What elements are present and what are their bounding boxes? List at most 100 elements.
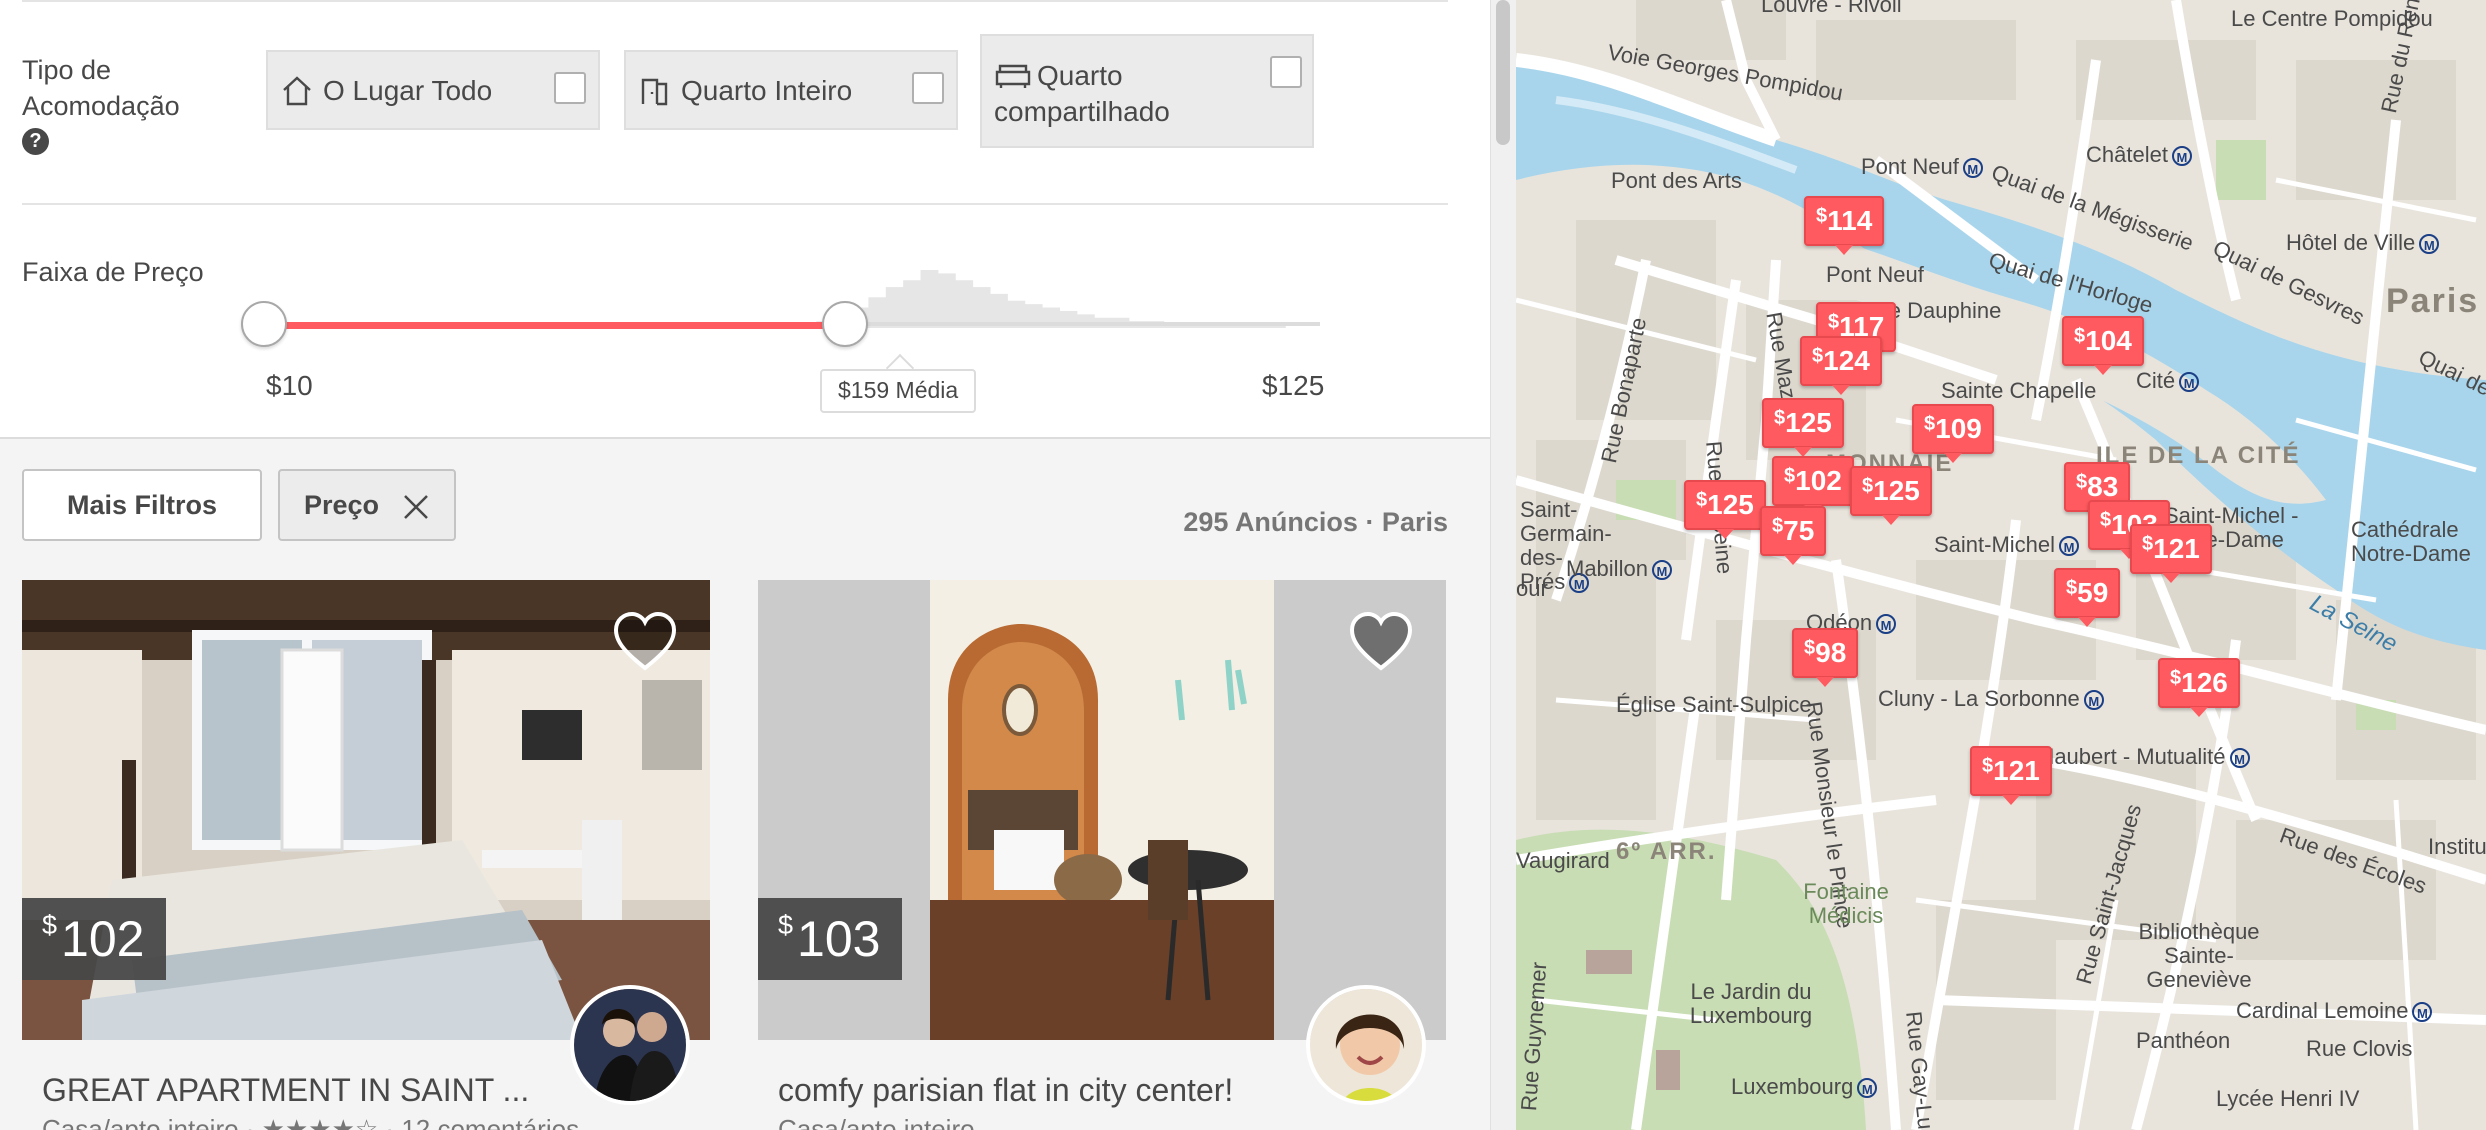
scrollbar-track[interactable] <box>1490 0 1517 1130</box>
door-icon <box>641 78 668 106</box>
histogram-bar <box>955 280 974 328</box>
map-label: Cluny - La Sorbonne <box>1878 686 2104 712</box>
pin-currency: $ <box>2170 667 2182 689</box>
map-label: Sainte Chapelle <box>1941 378 2097 403</box>
results-count: 295 Anúncios · Paris <box>1183 507 1448 537</box>
pin-currency: $ <box>2076 471 2088 493</box>
listing-card[interactable]: $102 GREAT APARTMENT IN SAINT ... Casa/a… <box>22 580 710 1130</box>
host-avatar[interactable] <box>570 985 690 1105</box>
divider <box>22 203 1448 205</box>
listing-title[interactable]: GREAT APARTMENT IN SAINT ... <box>42 1072 529 1109</box>
histogram-bar <box>937 273 956 328</box>
map-label: Église Saint-Sulpice <box>1616 692 1812 717</box>
pin-currency: $ <box>1924 413 1936 435</box>
slider-track-selected <box>264 322 845 329</box>
pin-amount: 102 <box>1795 465 1842 496</box>
pin-currency: $ <box>1982 755 1994 777</box>
map-label: Vaugirard <box>1516 848 1610 873</box>
slider-min-handle[interactable] <box>241 301 287 347</box>
slider-max-handle[interactable] <box>821 301 868 347</box>
map-label: Le Jardin du Luxembourg <box>1689 979 1813 1028</box>
map-price-pin[interactable]: $121 <box>1970 746 2052 805</box>
map-label: Bibliothèque Sainte-Geneviève <box>2138 919 2260 992</box>
checkbox[interactable] <box>554 72 586 104</box>
host-avatar[interactable] <box>1306 985 1426 1105</box>
room-type-label: Quarto Inteiro <box>681 75 853 106</box>
map-label: Pont Neuf <box>1861 154 1983 180</box>
pin-currency: $ <box>1784 465 1796 487</box>
map-price-pin[interactable]: $125 <box>1762 398 1844 457</box>
map-label: Panthéon <box>2136 1028 2231 1053</box>
listing-price: 102 <box>61 911 145 967</box>
room-type-label: O Lugar Todo <box>323 75 493 106</box>
price-histogram <box>798 270 1286 328</box>
map-label: Louvre - Rivoli <box>1761 0 1902 17</box>
average-price: $159 Média <box>820 369 977 413</box>
currency-symbol: $ <box>42 910 58 940</box>
pin-amount: 75 <box>1783 515 1815 546</box>
listing-subtitle: Casa/apto inteiro · ★★★★☆ · 12 comentári… <box>42 1114 580 1130</box>
map-price-pin[interactable]: $98 <box>1792 628 1859 687</box>
divider <box>22 0 1448 2</box>
map-price-pin[interactable]: $104 <box>2062 316 2144 375</box>
map-panel[interactable]: Louvre - Rivoli Le Centre Pompidou Voie … <box>1516 0 2486 1130</box>
map-price-pin[interactable]: $75 <box>1760 506 1827 565</box>
more-filters-button[interactable]: Mais Filtros <box>22 469 262 541</box>
map-label: Pont des Arts <box>1611 168 1742 193</box>
listing-subtitle: Casa/apto inteiro <box>778 1114 975 1130</box>
map-price-pin[interactable]: $102 <box>1772 456 1854 515</box>
histogram-bar <box>920 270 939 328</box>
pin-currency: $ <box>2066 577 2078 599</box>
pin-amount: 125 <box>1873 475 1920 506</box>
map-price-pin[interactable]: $59 <box>2054 568 2121 627</box>
checkbox[interactable] <box>1270 56 1302 88</box>
host-photo <box>574 989 686 1101</box>
pin-currency: $ <box>2142 533 2154 555</box>
listing-price: 103 <box>797 911 881 967</box>
pin-currency: $ <box>1804 637 1816 659</box>
map-label: Fontaine Médicis <box>1803 879 1889 928</box>
pin-currency: $ <box>1862 475 1874 497</box>
house-icon <box>283 76 311 106</box>
map-label: Mabillon <box>1566 556 1672 582</box>
pin-amount: 121 <box>2153 533 2200 564</box>
room-type-entire-place[interactable]: O Lugar Todo <box>266 50 600 130</box>
pin-amount: 125 <box>1707 489 1754 520</box>
room-type-label-line2: Acomodação <box>22 91 180 121</box>
couch-icon <box>995 64 1031 88</box>
listing-card[interactable]: $103 comfy parisian flat in city center!… <box>758 580 1446 1130</box>
max-price: $125 <box>1262 370 1325 401</box>
map-price-pin[interactable]: $109 <box>1912 404 1994 463</box>
price-filter-chip[interactable]: Preço <box>278 469 456 541</box>
map-price-pin[interactable]: $125 <box>1850 466 1932 525</box>
map-price-pin[interactable]: $124 <box>1800 336 1882 395</box>
price-filter-label: Preço <box>304 490 380 520</box>
map-price-pin[interactable]: $121 <box>2130 524 2212 583</box>
map-price-pin[interactable]: $125 <box>1684 480 1766 539</box>
map-label: our <box>1516 576 1548 601</box>
map-label: Cardinal Lemoine <box>2236 998 2432 1024</box>
pin-amount: 126 <box>2181 667 2228 698</box>
map-price-pin[interactable]: $126 <box>2158 658 2240 717</box>
help-icon[interactable]: ? <box>22 128 49 155</box>
pin-currency: $ <box>1772 515 1784 537</box>
histogram-bar <box>903 280 922 328</box>
scrollbar-thumb[interactable] <box>1496 0 1510 145</box>
room-type-label-line2: compartilhado <box>994 96 1170 127</box>
room-type-private-room[interactable]: Quarto Inteiro <box>624 50 958 130</box>
map-label: Luxembourg <box>1731 1074 1877 1100</box>
checkbox[interactable] <box>912 72 944 104</box>
heart-icon[interactable] <box>1348 610 1414 672</box>
pin-currency: $ <box>1828 311 1840 333</box>
map-label: Châtelet <box>2086 142 2192 168</box>
heart-icon[interactable] <box>612 610 678 672</box>
close-icon[interactable] <box>402 493 430 521</box>
room-type-shared-room[interactable]: Quarto compartilhado <box>980 34 1314 148</box>
price-badge: $102 <box>22 898 167 980</box>
pin-amount: 121 <box>1993 755 2040 786</box>
listing-title[interactable]: comfy parisian flat in city center! <box>778 1072 1233 1109</box>
room-type-label: Quarto <box>1037 60 1123 91</box>
map-price-pin[interactable]: $114 <box>1804 196 1885 255</box>
pin-amount: 114 <box>1827 205 1873 236</box>
pin-amount: 109 <box>1935 413 1982 444</box>
